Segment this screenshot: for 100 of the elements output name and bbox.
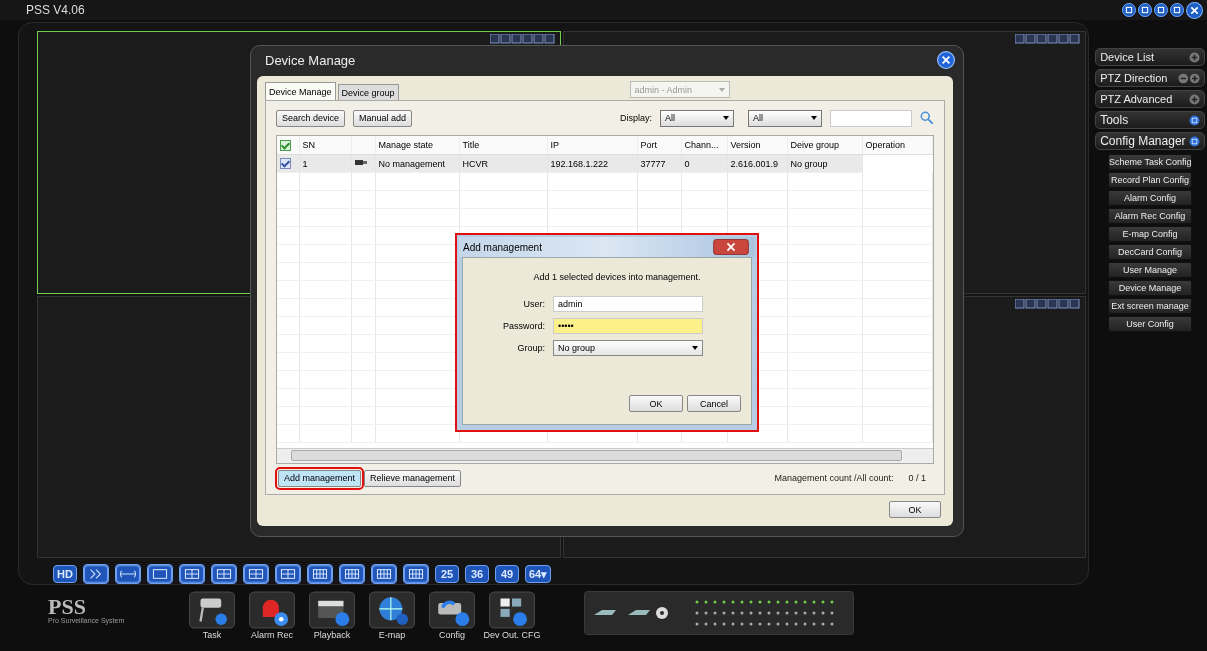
layout-button[interactable]: 49 (495, 565, 519, 583)
logo-text: PSS (48, 597, 86, 617)
config-menu-item[interactable]: User Config (1108, 316, 1193, 332)
config-menu-item[interactable]: Ext screen manage (1108, 298, 1193, 314)
config-menu-item[interactable]: Device Manage (1108, 280, 1193, 296)
panel-icon[interactable] (1189, 114, 1200, 126)
column-header[interactable]: Manage state (375, 136, 459, 155)
footer-button[interactable]: Add management (278, 469, 362, 487)
password-field[interactable]: ••••• (553, 318, 703, 334)
select-all-checkbox[interactable] (280, 139, 291, 151)
fit-screen-icon[interactable] (115, 564, 141, 584)
dialog-title: Device Manage (265, 52, 356, 68)
caret-icon (692, 346, 698, 350)
column-header[interactable]: Chann... (681, 136, 727, 155)
siren-icon[interactable] (249, 591, 295, 629)
panel-icon[interactable] (1189, 135, 1200, 147)
plus-icon[interactable] (1189, 51, 1200, 63)
sidebar-section[interactable]: Device List (1095, 48, 1205, 66)
dialog-button[interactable]: Cancel (687, 395, 741, 412)
config-menu-item[interactable]: DecCard Config (1108, 244, 1193, 260)
app-label: Playback (313, 629, 351, 641)
ok-button[interactable]: OK (889, 501, 941, 518)
row-checkbox[interactable] (280, 158, 291, 170)
app-label: Alarm Rec (251, 629, 293, 641)
pane-toolbar-icon[interactable] (1015, 34, 1082, 44)
close-icon[interactable] (937, 51, 955, 69)
dialog-title: Add management (463, 241, 542, 253)
grid-layout-icon[interactable] (211, 564, 237, 584)
sidebar-section[interactable]: PTZ Direction (1095, 69, 1205, 87)
camera-icon[interactable] (189, 591, 235, 629)
grid-layout-icon[interactable] (307, 564, 333, 584)
section-label: Tools (1100, 113, 1129, 127)
close-icon[interactable] (1186, 1, 1203, 19)
minus-plus-icon[interactable] (1178, 72, 1200, 84)
layout-button[interactable]: 25 (435, 565, 459, 583)
config-menu-item[interactable]: E-map Config (1108, 226, 1193, 242)
app-label: Dev Out. CFG (483, 629, 541, 641)
column-header[interactable]: Title (459, 136, 547, 155)
grid-layout-icon[interactable] (243, 564, 269, 584)
grid-layout-icon[interactable] (403, 564, 429, 584)
app-title: PSS V4.06 (26, 3, 85, 17)
horizontal-scrollbar[interactable] (277, 448, 933, 463)
globe-icon[interactable] (369, 591, 415, 629)
filter-dropdown[interactable]: All (748, 109, 822, 127)
toolbar-button[interactable]: Search device (276, 109, 346, 127)
config-menu-item[interactable]: Alarm Rec Config (1108, 208, 1193, 224)
dialog-message: Add 1 selected devices into management. (532, 272, 702, 282)
pane-toolbar-icon[interactable] (489, 34, 556, 44)
toolbar-button[interactable]: Manual add (353, 109, 413, 127)
config-icon[interactable] (429, 591, 475, 629)
column-header[interactable]: SN (299, 136, 351, 155)
section-label: PTZ Direction (1100, 72, 1168, 84)
config-menu-item[interactable]: Scheme Task Config (1108, 154, 1193, 170)
column-header[interactable]: IP (547, 136, 637, 155)
layout-button[interactable]: 64▾ (525, 565, 552, 583)
count-label: Management count /All count: (774, 473, 894, 483)
device-icon (354, 158, 367, 167)
group-select[interactable]: No group (553, 340, 703, 356)
swap-icon[interactable] (83, 564, 109, 584)
grid-layout-icon[interactable] (371, 564, 397, 584)
grid-layout-icon[interactable] (275, 564, 301, 584)
layout-button[interactable]: HD (53, 565, 77, 583)
section-label: PTZ Advanced (1100, 93, 1173, 105)
plus-icon[interactable] (1189, 93, 1200, 105)
app-label: Config (439, 629, 465, 641)
app-label: E-map (378, 629, 406, 641)
config-menu-item[interactable]: Record Plan Config (1108, 172, 1193, 188)
app-label: Task (202, 629, 222, 641)
display-label: Display: (620, 113, 652, 123)
user-field[interactable]: admin (553, 296, 703, 312)
column-header[interactable]: Deive group (787, 136, 862, 155)
grid-layout-icon[interactable] (147, 564, 173, 584)
column-header[interactable]: Port (637, 136, 681, 155)
sidebar-section[interactable]: Tools (1095, 111, 1205, 129)
config-menu-item[interactable]: User Manage (1108, 262, 1193, 278)
tiles-icon[interactable] (489, 591, 535, 629)
field-label: Group: (516, 343, 545, 353)
column-header[interactable]: Operation (862, 136, 933, 155)
grid-layout-icon[interactable] (179, 564, 205, 584)
grid-layout-icon[interactable] (339, 564, 365, 584)
clapperboard-icon[interactable] (309, 591, 355, 629)
search-icon[interactable] (920, 111, 934, 125)
count-value: 0 / 1 (908, 473, 926, 483)
section-label: Config Manager (1100, 134, 1186, 148)
search-field[interactable] (830, 109, 912, 127)
layout-button[interactable]: 36 (465, 565, 489, 583)
dialog-button[interactable]: OK (629, 395, 683, 412)
caret-icon (723, 116, 729, 120)
field-label: Password: (501, 321, 545, 331)
pane-toolbar-icon[interactable] (1015, 298, 1082, 309)
tab[interactable]: Device Manage (265, 82, 336, 100)
sidebar-section[interactable]: Config Manager (1095, 132, 1205, 150)
sidebar-section[interactable]: PTZ Advanced (1095, 90, 1205, 108)
column-header[interactable]: Version (727, 136, 787, 155)
tab[interactable]: Device group (337, 84, 399, 100)
caret-icon (718, 87, 725, 92)
close-icon[interactable] (713, 239, 749, 255)
config-menu-item[interactable]: Alarm Config (1108, 190, 1193, 206)
filter-dropdown[interactable]: All (660, 109, 734, 127)
footer-button[interactable]: Relieve management (364, 469, 462, 487)
